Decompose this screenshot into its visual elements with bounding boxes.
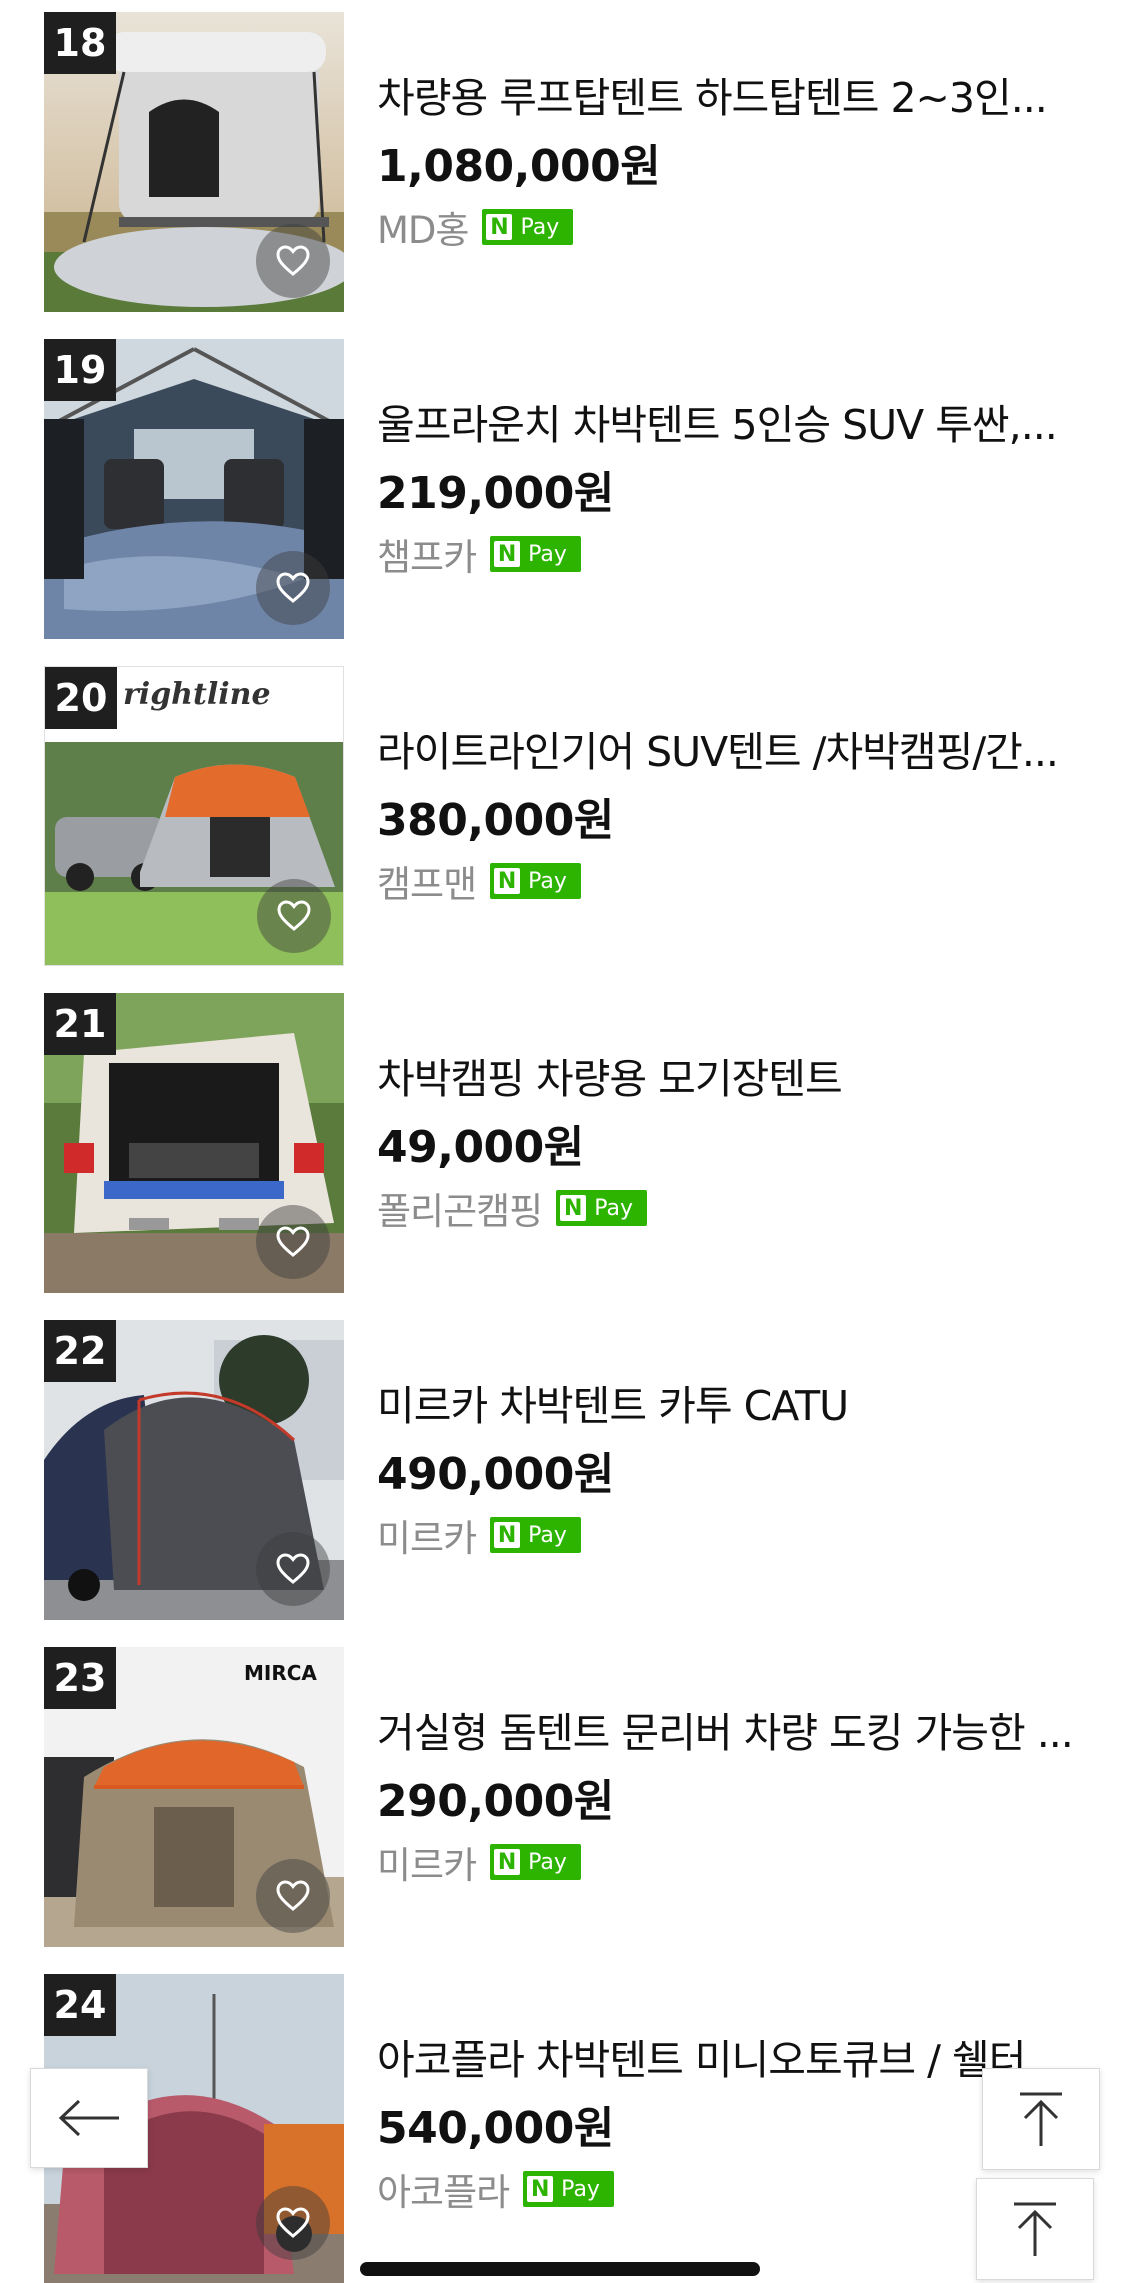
product-title[interactable]: 아코플라 차박텐트 미니오토큐브 / 쉘터 xyxy=(377,2026,1077,2086)
pay-label: Pay xyxy=(594,1195,633,1221)
scroll-top-button[interactable] xyxy=(976,2178,1094,2280)
arrow-to-top-icon xyxy=(1014,2202,1056,2256)
brand-logo: MIRCA xyxy=(244,1661,317,1685)
naver-pay-badge: N Pay xyxy=(490,1844,581,1880)
heart-icon[interactable] xyxy=(256,1532,330,1606)
heart-icon[interactable] xyxy=(256,224,330,298)
seller-row: 챔프카 N Pay xyxy=(377,527,581,581)
product-price: 1,080,000원 xyxy=(377,141,661,192)
pay-label: Pay xyxy=(528,868,567,894)
naver-pay-badge: N Pay xyxy=(490,1517,581,1553)
product-thumbnail[interactable]: rightline 20 xyxy=(44,666,344,966)
arrow-to-top-icon xyxy=(1020,2092,1062,2146)
product-thumbnail[interactable]: 18 xyxy=(44,12,344,312)
list-item[interactable]: MIRCA 23 거실형 돔텐트 문리버 차량 도킹 가능한 ... 290,0… xyxy=(0,1635,1125,1947)
list-item[interactable]: 21 차박캠핑 차량용 모기장텐트 49,000원 폴리곤캠핑 N Pay xyxy=(0,981,1125,1293)
list-item[interactable]: 24 아코플라 차박텐트 미니오토큐브 / 쉘터 540,000원 아코플라 N… xyxy=(0,1962,1125,2283)
rank-badge: 24 xyxy=(44,1974,116,2036)
brand-logo: rightline xyxy=(123,677,271,712)
product-title[interactable]: 라이트라인기어 SUV텐트 /차박캠핑/간... xyxy=(377,718,1077,778)
rank-badge: 22 xyxy=(44,1320,116,1382)
rank-badge: 18 xyxy=(44,12,116,74)
pay-label: Pay xyxy=(520,214,560,240)
pay-label: Pay xyxy=(528,541,567,567)
heart-icon[interactable] xyxy=(256,551,330,625)
naver-n-icon: N xyxy=(560,1195,587,1221)
heart-icon[interactable] xyxy=(257,879,331,953)
naver-n-icon: N xyxy=(494,541,521,567)
naver-n-icon: N xyxy=(494,868,521,894)
pay-label: Pay xyxy=(528,1522,567,1548)
list-item[interactable]: 19 울프라운치 차박텐트 5인승 SUV 투싼,... 219,000원 챔프… xyxy=(0,327,1125,639)
seller-row: 미르카 N Pay xyxy=(377,1508,581,1562)
list-item[interactable]: 22 미르카 차박텐트 카투 CATU 490,000원 미르카 N Pay xyxy=(0,1308,1125,1620)
list-item[interactable]: 18 차량용 루프탑텐트 하드탑텐트 2~3인... 1,080,000원 MD… xyxy=(0,0,1125,312)
rank-badge: 21 xyxy=(44,993,116,1055)
product-price: 490,000원 xyxy=(377,1449,614,1500)
naver-pay-badge: N Pay xyxy=(556,1190,647,1226)
rank-badge: 23 xyxy=(44,1647,116,1709)
product-thumbnail[interactable]: 21 xyxy=(44,993,344,1293)
product-thumbnail[interactable]: 19 xyxy=(44,339,344,639)
product-title[interactable]: 거실형 돔텐트 문리버 차량 도킹 가능한 ... xyxy=(377,1699,1077,1759)
product-thumbnail[interactable]: MIRCA 23 xyxy=(44,1647,344,1947)
product-price: 380,000원 xyxy=(377,795,614,846)
seller-name[interactable]: 폴리곤캠핑 xyxy=(377,1181,543,1235)
naver-n-icon: N xyxy=(486,214,513,240)
rank-badge: 19 xyxy=(44,339,116,401)
seller-name[interactable]: 챔프카 xyxy=(377,527,477,581)
naver-n-icon: N xyxy=(494,1522,521,1548)
naver-pay-badge: N Pay xyxy=(523,2171,614,2207)
naver-pay-badge: N Pay xyxy=(490,863,581,899)
naver-n-icon: N xyxy=(527,2176,554,2202)
seller-name[interactable]: 미르카 xyxy=(377,1835,477,1889)
product-price: 540,000원 xyxy=(377,2103,614,2154)
product-price: 219,000원 xyxy=(377,468,614,519)
heart-icon[interactable] xyxy=(256,2186,330,2260)
product-price: 290,000원 xyxy=(377,1776,614,1827)
seller-name[interactable]: MD홍 xyxy=(377,200,469,254)
scroll-top-button[interactable] xyxy=(982,2068,1100,2170)
seller-name[interactable]: 아코플라 xyxy=(377,2162,510,2216)
product-thumbnail[interactable]: 22 xyxy=(44,1320,344,1620)
seller-row: 아코플라 N Pay xyxy=(377,2162,614,2216)
product-title[interactable]: 미르카 차박텐트 카투 CATU xyxy=(377,1372,1077,1432)
seller-row: 캠프맨 N Pay xyxy=(377,854,581,908)
naver-n-icon: N xyxy=(494,1849,521,1875)
product-title[interactable]: 차량용 루프탑텐트 하드탑텐트 2~3인... xyxy=(377,64,1077,124)
back-button[interactable] xyxy=(30,2068,148,2168)
seller-name[interactable]: 미르카 xyxy=(377,1508,477,1562)
product-price: 49,000원 xyxy=(377,1122,584,1173)
product-title[interactable]: 울프라운치 차박텐트 5인승 SUV 투싼,... xyxy=(377,391,1077,451)
seller-row: 폴리곤캠핑 N Pay xyxy=(377,1181,647,1235)
product-title[interactable]: 차박캠핑 차량용 모기장텐트 xyxy=(377,1045,1077,1105)
rank-badge: 20 xyxy=(45,667,117,729)
pay-label: Pay xyxy=(528,1849,567,1875)
arrow-left-icon xyxy=(58,2099,119,2137)
naver-pay-badge: N Pay xyxy=(490,536,581,572)
list-item[interactable]: rightline 20 라이트라인기어 SUV텐트 /차박캠핑/간... 38… xyxy=(0,654,1125,966)
heart-icon[interactable] xyxy=(256,1859,330,1933)
seller-row: MD홍 N Pay xyxy=(377,200,574,254)
home-indicator xyxy=(360,2262,760,2276)
seller-row: 미르카 N Pay xyxy=(377,1835,581,1889)
heart-icon[interactable] xyxy=(256,1205,330,1279)
naver-pay-badge: N Pay xyxy=(482,209,574,245)
seller-name[interactable]: 캠프맨 xyxy=(377,854,477,908)
pay-label: Pay xyxy=(561,2176,600,2202)
